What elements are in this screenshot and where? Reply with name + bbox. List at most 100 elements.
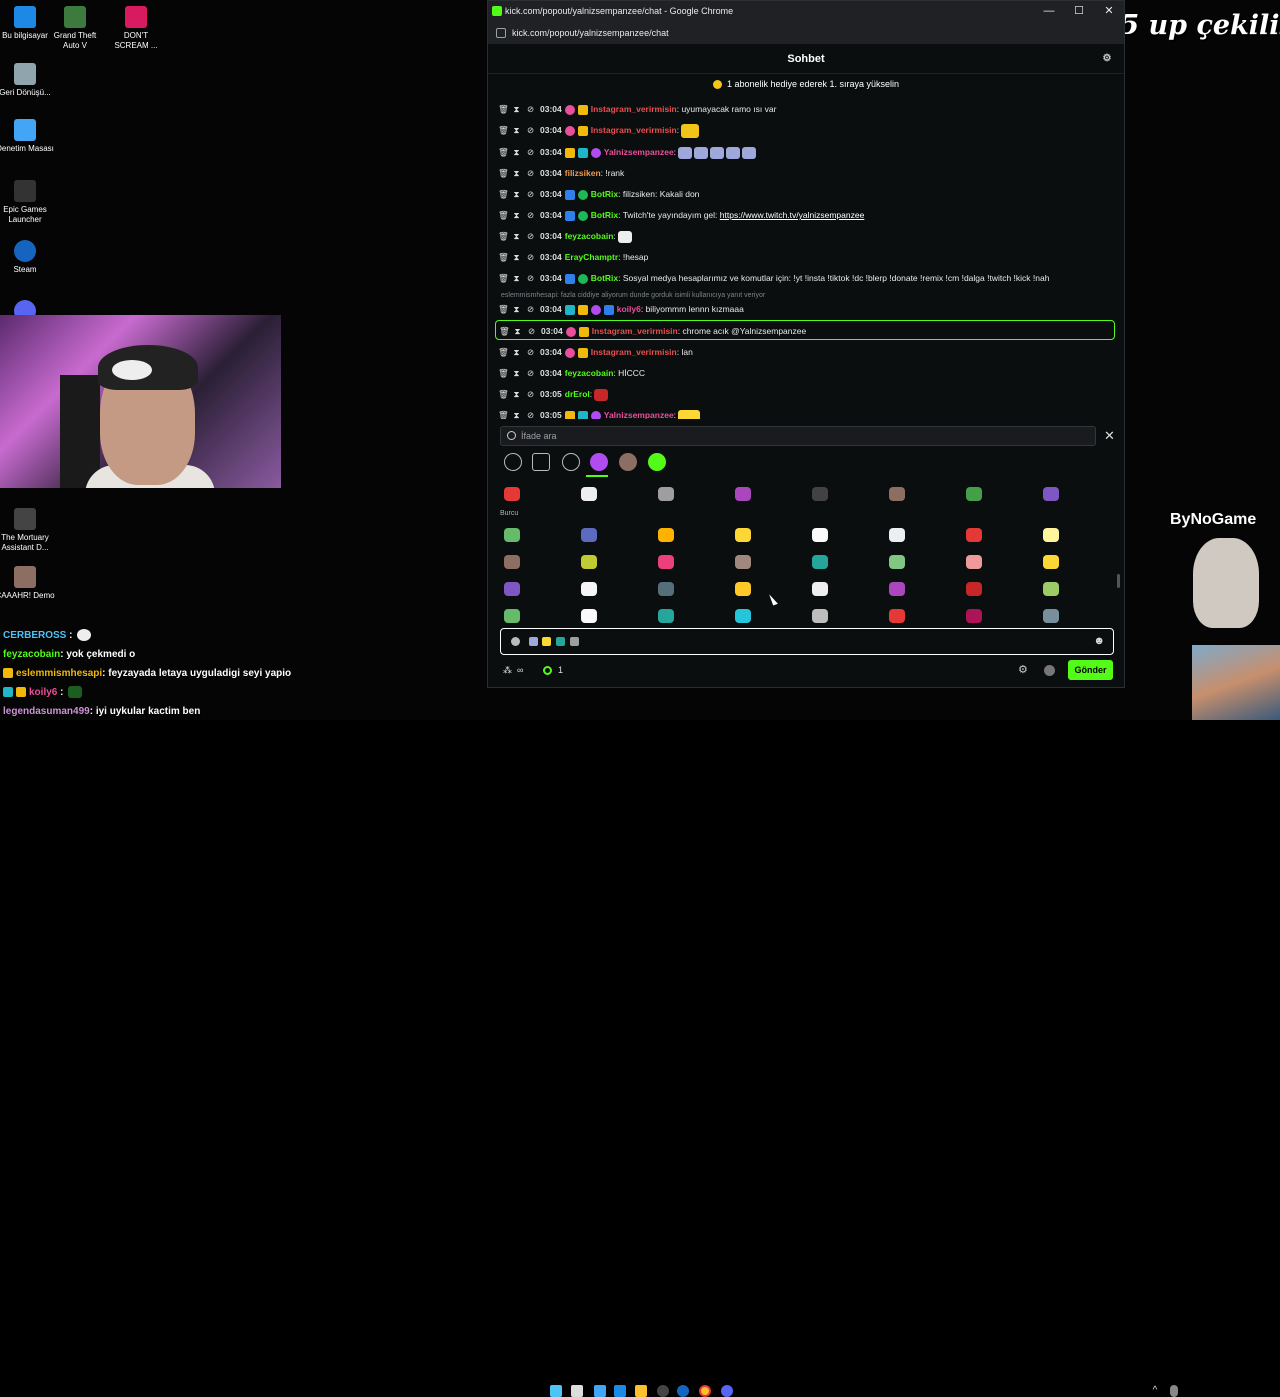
global-emotes-tab-icon[interactable] <box>562 453 580 471</box>
emote-icon[interactable] <box>735 609 751 623</box>
ban-icon[interactable]: ⊘ <box>526 142 535 162</box>
desktop-icon-dont-scream[interactable]: DON'T SCREAM ... <box>106 6 166 51</box>
ban-icon[interactable]: ⊘ <box>526 205 535 225</box>
emote-icon[interactable] <box>504 487 520 501</box>
emote-icon[interactable] <box>812 582 828 596</box>
emote-icon[interactable] <box>581 582 597 596</box>
emote-icon[interactable] <box>889 555 905 569</box>
emote-icon[interactable] <box>581 555 597 569</box>
emote-icon[interactable] <box>889 582 905 596</box>
username[interactable]: Yalnizsempanzee <box>604 410 674 419</box>
username[interactable]: Instagram_verirmisin <box>591 347 677 357</box>
timeout-icon[interactable]: ⧗ <box>512 163 521 183</box>
emote-icon[interactable] <box>1043 528 1059 542</box>
desktop-icon-caaahr[interactable]: CAAAHR! Demo <box>0 566 55 601</box>
emote-icon[interactable] <box>1043 487 1059 501</box>
microphone-icon[interactable] <box>1170 1385 1178 1397</box>
channel-emotes-tab-icon[interactable] <box>532 453 550 471</box>
minimize-button[interactable]: — <box>1034 1 1064 22</box>
desktop-icon-recycle-bin[interactable]: Geri Dönüşü... <box>0 63 55 98</box>
username[interactable]: drErol <box>565 389 590 399</box>
timeout-icon[interactable]: ⧗ <box>513 321 522 341</box>
username[interactable]: feyzacobain <box>565 231 614 241</box>
chat-message[interactable]: 🗑 ⧗ ⊘ 03:04 BotRix: filizsiken: Kakali don <box>498 184 1118 204</box>
chat-message[interactable]: 🗑 ⧗ ⊘ 03:05 Yalnizsempanzee: <box>498 405 1118 419</box>
username[interactable]: Instagram_verirmisin <box>591 125 677 135</box>
emote-icon[interactable] <box>889 609 905 623</box>
username[interactable]: koily6 <box>617 304 641 314</box>
task-view-icon[interactable] <box>571 1385 583 1397</box>
ban-icon[interactable]: ⊘ <box>526 163 535 183</box>
timeout-icon[interactable]: ⧗ <box>512 299 521 319</box>
maximize-button[interactable]: ☐ <box>1064 1 1094 22</box>
emote-icon[interactable] <box>812 487 828 501</box>
trash-icon[interactable]: 🗑 <box>498 205 509 225</box>
send-button[interactable]: Gönder <box>1068 660 1113 680</box>
username[interactable]: BotRix <box>591 210 618 220</box>
emote-icon[interactable] <box>504 609 520 623</box>
emote-icon[interactable] <box>1043 582 1059 596</box>
ban-icon[interactable]: ⊘ <box>526 299 535 319</box>
emote-icon[interactable] <box>889 528 905 542</box>
chat-message[interactable]: 🗑 ⧗ ⊘ 03:04 Instagram_verirmisin: <box>498 120 1118 140</box>
windows-start-icon[interactable] <box>550 1385 562 1397</box>
chrome-icon[interactable] <box>699 1385 711 1397</box>
ban-icon[interactable]: ⊘ <box>527 321 536 341</box>
timeout-icon[interactable]: ⧗ <box>512 205 521 225</box>
chat-message[interactable]: 🗑 ⧗ ⊘ 03:04 Instagram_verirmisin: lan <box>498 342 1118 362</box>
trash-icon[interactable]: 🗑 <box>498 142 509 162</box>
desktop-icon-gta[interactable]: Grand Theft Auto V <box>45 6 105 51</box>
timeout-icon[interactable]: ⧗ <box>512 342 521 362</box>
ban-icon[interactable]: ⊘ <box>526 384 535 404</box>
emote-icon[interactable] <box>966 582 982 596</box>
emoji-picker-icon[interactable]: ☻ <box>1093 635 1105 647</box>
emote-icon[interactable] <box>812 609 828 623</box>
trash-icon[interactable]: 🗑 <box>498 120 509 140</box>
trash-icon[interactable]: 🗑 <box>498 226 509 246</box>
desktop-icon-epic[interactable]: Epic Games Launcher <box>0 180 55 225</box>
ban-icon[interactable]: ⊘ <box>526 342 535 362</box>
kick-emotes-tab-icon[interactable] <box>648 453 666 471</box>
trash-icon[interactable]: 🗑 <box>498 342 509 362</box>
trash-icon[interactable]: 🗑 <box>499 321 510 341</box>
ban-icon[interactable]: ⊘ <box>526 120 535 140</box>
timeout-icon[interactable]: ⧗ <box>512 226 521 246</box>
emote-icon[interactable] <box>812 528 828 542</box>
chat-message[interactable]: 🗑 ⧗ ⊘ 03:04 ErayChamptr: !hesap <box>498 247 1118 267</box>
emote-search-input[interactable]: İfade ara <box>500 426 1096 446</box>
kick-coin-icon[interactable] <box>543 666 552 675</box>
trash-icon[interactable]: 🗑 <box>498 163 509 183</box>
obs-icon[interactable] <box>657 1385 669 1397</box>
emote-icon[interactable] <box>504 528 520 542</box>
close-picker-button[interactable]: ✕ <box>1104 429 1115 443</box>
timeout-icon[interactable]: ⧗ <box>512 268 521 288</box>
username[interactable]: Instagram_verirmisin <box>592 326 678 336</box>
chat-input[interactable]: ☻ <box>500 628 1114 655</box>
close-button[interactable]: ✕ <box>1094 1 1124 22</box>
emote-icon[interactable] <box>658 487 674 501</box>
trash-icon[interactable]: 🗑 <box>498 99 509 119</box>
username[interactable]: Instagram_verirmisin <box>591 104 677 114</box>
trash-icon[interactable]: 🗑 <box>498 384 509 404</box>
timeout-icon[interactable]: ⧗ <box>512 405 521 419</box>
ban-icon[interactable]: ⊘ <box>526 405 535 419</box>
trash-icon[interactable]: 🗑 <box>498 268 509 288</box>
subscriber-emotes-tab-icon[interactable] <box>619 453 637 471</box>
users-icon[interactable]: ⁂ <box>503 660 512 680</box>
ban-icon[interactable]: ⊘ <box>526 363 535 383</box>
emote-icon[interactable] <box>504 582 520 596</box>
timeout-icon[interactable]: ⧗ <box>512 120 521 140</box>
desktop-icon-mortuary[interactable]: The Mortuary Assistant D... <box>0 508 55 553</box>
trash-icon[interactable]: 🗑 <box>498 184 509 204</box>
emote-icon[interactable] <box>658 609 674 623</box>
folder-icon[interactable] <box>635 1385 647 1397</box>
emote-icon[interactable] <box>735 528 751 542</box>
desktop-icon-control-panel[interactable]: Denetim Masası <box>0 119 55 154</box>
ban-icon[interactable]: ⊘ <box>526 247 535 267</box>
emote-icon[interactable] <box>966 555 982 569</box>
emote-icon[interactable] <box>812 555 828 569</box>
emote-icon[interactable] <box>1043 609 1059 623</box>
streamer-emotes-tab-icon[interactable] <box>590 453 608 471</box>
emote-icon[interactable] <box>735 487 751 501</box>
emote-icon[interactable] <box>581 487 597 501</box>
